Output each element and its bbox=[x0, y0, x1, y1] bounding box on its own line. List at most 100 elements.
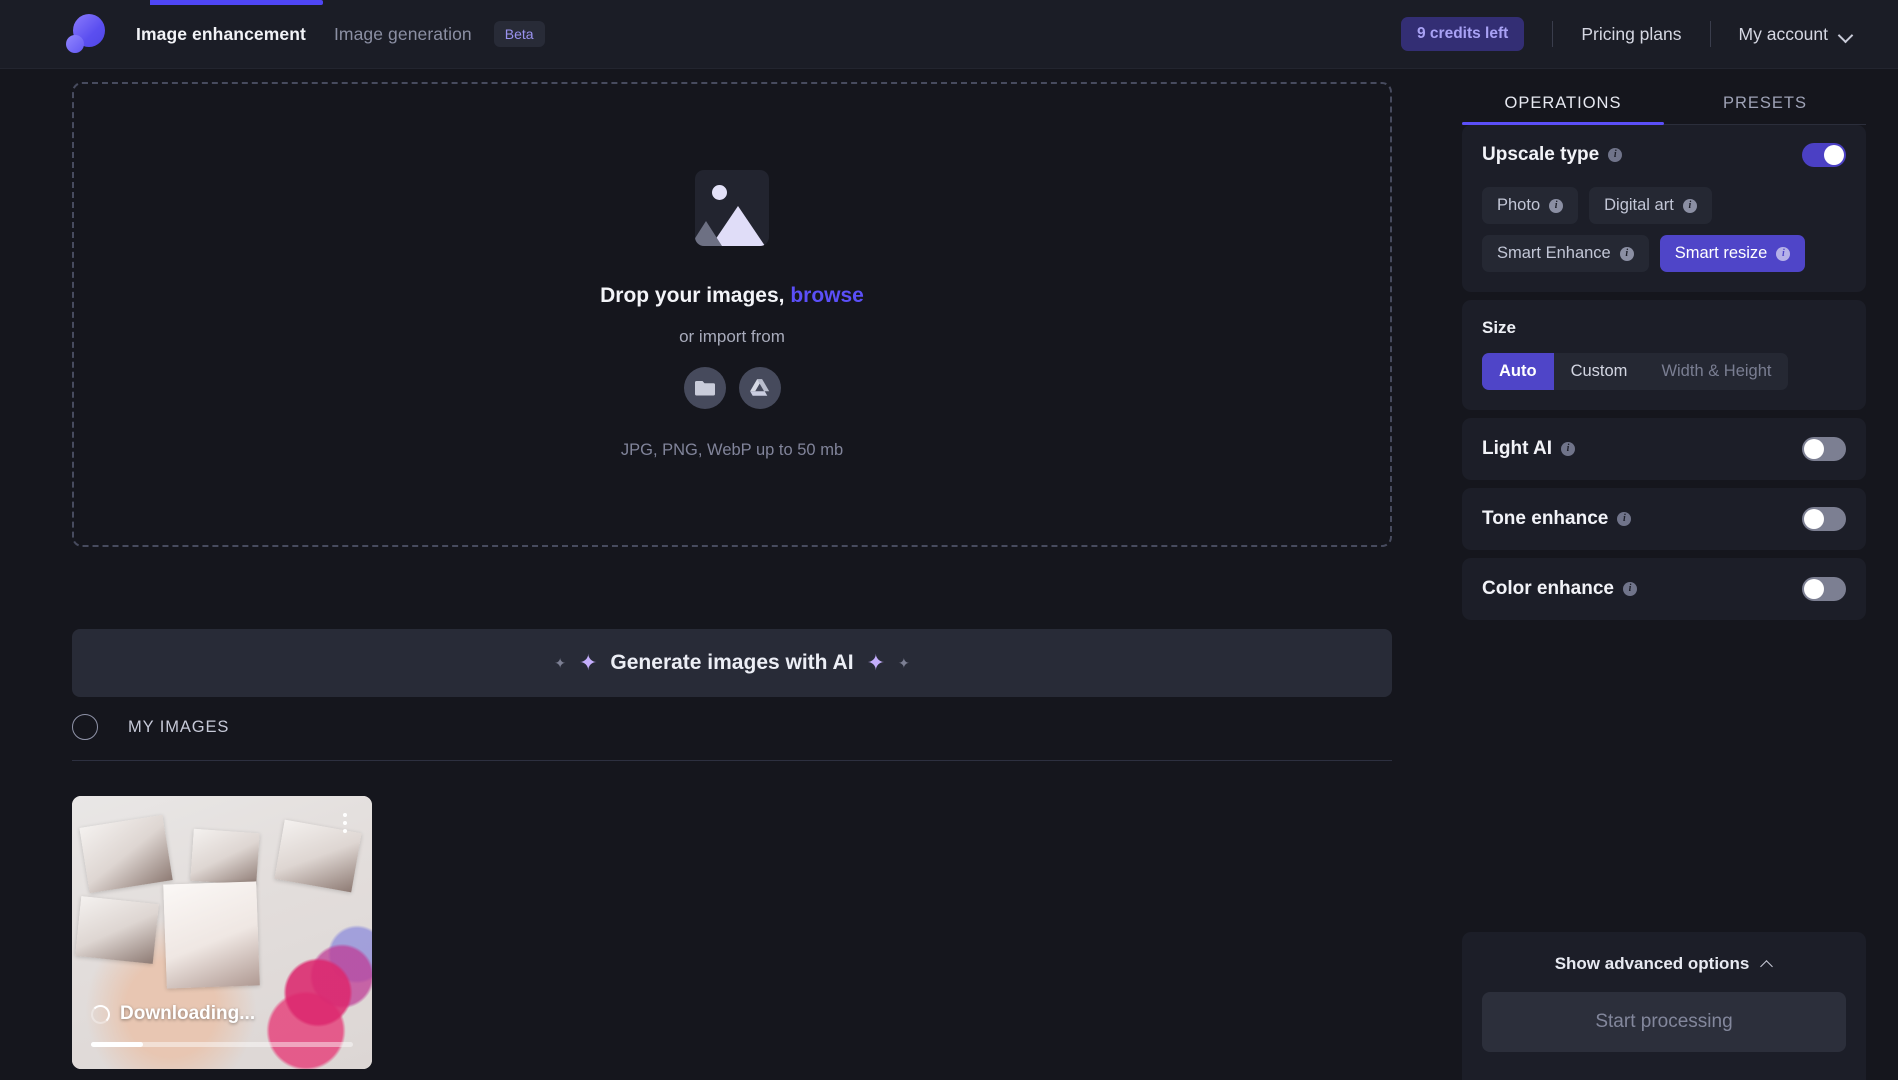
panel-footer: Show advanced options Start processing bbox=[1462, 932, 1866, 1080]
upscale-type-label: Upscale type bbox=[1482, 144, 1600, 165]
size-card: Size Auto Custom Width & Height bbox=[1462, 300, 1866, 410]
page-load-progress-fill bbox=[150, 0, 323, 5]
chip-smart-enhance[interactable]: Smart Enhance i bbox=[1482, 235, 1649, 272]
operations-panel: OPERATIONS PRESETS Upscale type i Photo … bbox=[1430, 69, 1898, 1080]
thumb-detail-1 bbox=[79, 814, 173, 893]
nav-item-image-generation[interactable]: Image generation bbox=[334, 24, 472, 45]
toggle-knob bbox=[1804, 439, 1824, 459]
light-ai-label: Light AI bbox=[1482, 438, 1552, 459]
sparkle-icon-small-left: ✦ bbox=[554, 655, 566, 671]
chip-photo[interactable]: Photo i bbox=[1482, 187, 1579, 224]
thumb-detail-4 bbox=[75, 895, 159, 964]
info-icon-smart-resize[interactable]: i bbox=[1776, 246, 1791, 261]
start-processing-button[interactable]: Start processing bbox=[1482, 992, 1846, 1052]
primary-nav: Image enhancement Image generation Beta bbox=[136, 21, 545, 47]
toggle-knob bbox=[1804, 579, 1824, 599]
image-card-progress-fill bbox=[91, 1042, 144, 1047]
import-sources bbox=[683, 366, 781, 409]
show-advanced-options-button[interactable]: Show advanced options bbox=[1482, 954, 1846, 974]
app-logo[interactable] bbox=[64, 12, 108, 56]
folder-glyph bbox=[694, 380, 715, 395]
sparkle-icon-large-left: ✦ bbox=[578, 650, 598, 675]
size-option-width-height[interactable]: Width & Height bbox=[1644, 353, 1788, 390]
chip-digital-art[interactable]: Digital art i bbox=[1589, 187, 1712, 224]
toggle-knob bbox=[1824, 145, 1844, 165]
panel-tabs: OPERATIONS PRESETS bbox=[1462, 81, 1866, 125]
image-card-status-text: Downloading... bbox=[120, 1003, 256, 1024]
image-card-menu-icon[interactable] bbox=[334, 810, 356, 836]
tone-enhance-title: Tone enhance i bbox=[1482, 508, 1632, 530]
tone-enhance-label: Tone enhance bbox=[1482, 508, 1609, 529]
image-card-progress-bar bbox=[91, 1042, 353, 1047]
info-icon-digital-art[interactable]: i bbox=[1682, 198, 1697, 213]
main-content: Drop your images, browse or import from … bbox=[0, 69, 1430, 1080]
light-ai-toggle[interactable] bbox=[1802, 437, 1846, 461]
sparkle-icon-large-right: ✦ bbox=[866, 650, 885, 675]
chip-photo-label: Photo bbox=[1497, 196, 1541, 214]
upscale-type-card: Upscale type i Photo i Digital art i Sma… bbox=[1462, 125, 1866, 292]
my-account-label: My account bbox=[1738, 23, 1828, 44]
image-placeholder-icon bbox=[695, 169, 769, 246]
info-icon-tone-enhance[interactable]: i bbox=[1617, 512, 1632, 526]
color-enhance-toggle[interactable] bbox=[1802, 577, 1846, 601]
upscale-type-toggle[interactable] bbox=[1802, 143, 1846, 167]
color-enhance-label: Color enhance bbox=[1482, 578, 1614, 599]
size-segmented-control: Auto Custom Width & Height bbox=[1482, 353, 1789, 390]
credits-badge[interactable]: 9 credits left bbox=[1401, 17, 1525, 51]
app-header: Image enhancement Image generation Beta … bbox=[0, 0, 1898, 69]
light-ai-title: Light AI i bbox=[1482, 438, 1575, 460]
header-divider-1 bbox=[1552, 21, 1554, 47]
show-advanced-options-label: Show advanced options bbox=[1554, 954, 1750, 973]
color-enhance-title: Color enhance i bbox=[1482, 578, 1637, 600]
kebab-dot-2 bbox=[343, 821, 347, 825]
placeholder-mountain-small bbox=[695, 220, 722, 246]
kebab-dot-1 bbox=[343, 813, 347, 817]
size-option-custom[interactable]: Custom bbox=[1554, 353, 1645, 390]
supported-formats-text: JPG, PNG, WebP up to 50 mb bbox=[620, 440, 844, 459]
nav-item-image-enhancement[interactable]: Image enhancement bbox=[136, 24, 306, 45]
placeholder-sun bbox=[712, 184, 727, 200]
image-thumbnail bbox=[72, 796, 372, 1069]
light-ai-row: Light AI i bbox=[1462, 418, 1866, 480]
upscale-type-title: Upscale type i bbox=[1482, 144, 1623, 166]
chip-smart-resize[interactable]: Smart resize i bbox=[1659, 235, 1806, 272]
tone-enhance-toggle[interactable] bbox=[1802, 507, 1846, 531]
my-images-label: MY IMAGES bbox=[128, 717, 230, 736]
size-option-auto[interactable]: Auto bbox=[1482, 353, 1554, 390]
thumb-detail-5 bbox=[163, 881, 260, 989]
thumb-detail-2 bbox=[190, 829, 260, 886]
tab-operations[interactable]: OPERATIONS bbox=[1462, 81, 1664, 125]
upscale-type-chips: Photo i Digital art i Smart Enhance i Sm… bbox=[1482, 187, 1846, 272]
tab-presets[interactable]: PRESETS bbox=[1664, 81, 1866, 124]
upscale-type-header: Upscale type i bbox=[1482, 143, 1846, 167]
generate-images-with-ai-banner[interactable]: ✦ ✦ Generate images with AI ✦ ✦ bbox=[72, 629, 1392, 697]
header-actions: 9 credits left Pricing plans My account bbox=[1401, 17, 1852, 51]
image-card[interactable]: Downloading... bbox=[72, 796, 372, 1069]
folder-icon[interactable] bbox=[683, 366, 726, 409]
dropzone-subtitle: or import from bbox=[679, 326, 785, 346]
loading-spinner-icon bbox=[91, 1004, 110, 1024]
toggle-knob bbox=[1804, 509, 1824, 529]
info-icon-color-enhance[interactable]: i bbox=[1622, 582, 1637, 596]
header-divider-2 bbox=[1709, 21, 1711, 47]
my-account-menu[interactable]: My account bbox=[1739, 24, 1852, 45]
chevron-up-icon bbox=[1761, 960, 1773, 968]
google-drive-glyph bbox=[749, 378, 769, 396]
info-icon-smart-enhance[interactable]: i bbox=[1619, 246, 1634, 261]
info-icon-photo[interactable]: i bbox=[1549, 198, 1564, 213]
page-load-progress-bar bbox=[0, 0, 1898, 5]
chip-smart-enhance-label: Smart Enhance bbox=[1497, 244, 1611, 262]
logo-circle-small bbox=[66, 35, 84, 53]
image-dropzone[interactable]: Drop your images, browse or import from … bbox=[72, 82, 1392, 547]
chevron-down-icon bbox=[1839, 30, 1852, 38]
info-icon-upscale-type[interactable]: i bbox=[1608, 148, 1623, 162]
dropzone-title: Drop your images, browse bbox=[600, 284, 864, 308]
select-all-images-radio[interactable] bbox=[72, 714, 98, 740]
kebab-dot-3 bbox=[343, 829, 347, 833]
pricing-plans-link[interactable]: Pricing plans bbox=[1581, 24, 1681, 45]
chip-digital-art-label: Digital art bbox=[1604, 196, 1674, 214]
info-icon-light-ai[interactable]: i bbox=[1561, 442, 1575, 456]
browse-link[interactable]: browse bbox=[790, 284, 864, 307]
google-drive-icon[interactable] bbox=[738, 366, 781, 409]
dropzone-title-text: Drop your images, bbox=[600, 283, 785, 307]
